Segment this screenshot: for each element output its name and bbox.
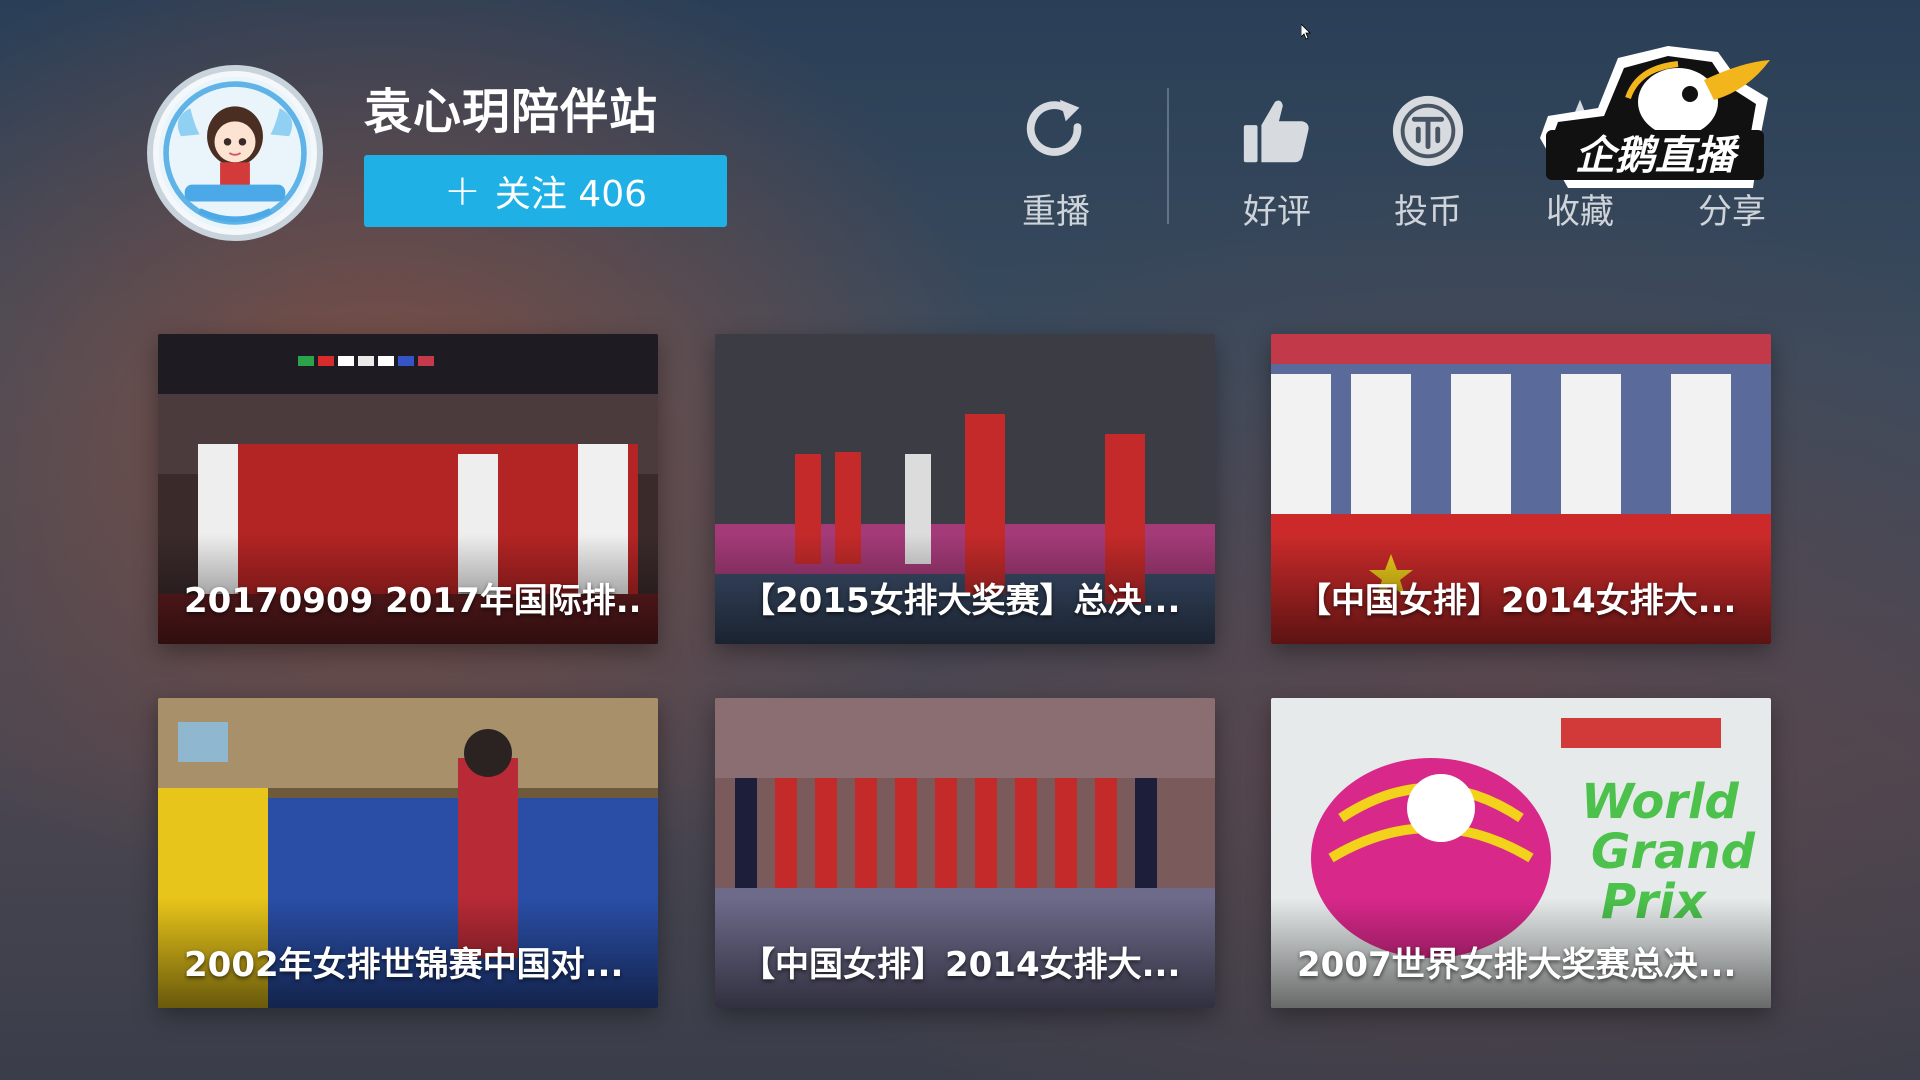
video-title: 2007世界女排大奖赛总决... — [1297, 945, 1737, 985]
video-card[interactable]: 【2015女排大奖赛】总决... — [715, 334, 1215, 644]
svg-text:Grand: Grand — [1591, 824, 1756, 880]
logo-text: 企鹅直播 — [1575, 133, 1740, 179]
replay-icon — [1026, 99, 1082, 156]
action-divider — [1167, 88, 1169, 224]
svg-text:World: World — [1581, 774, 1739, 830]
video-title: 【2015女排大奖赛】总决... — [741, 581, 1181, 621]
video-title: 20170909 2017年国际排... — [184, 581, 638, 621]
video-card[interactable]: 【中国女排】2014女排大... — [1271, 334, 1771, 644]
replay-button[interactable]: 重播 — [996, 90, 1116, 233]
like-button[interactable]: 好评 — [1217, 90, 1337, 233]
video-title: 【中国女排】2014女排大... — [741, 945, 1181, 985]
thumbs-up-icon — [1243, 100, 1309, 163]
video-card[interactable]: 20170909 2017年国际排... — [158, 334, 658, 644]
like-label: 好评 — [1243, 192, 1311, 232]
video-card[interactable]: 【中国女排】2014女排大... — [715, 698, 1215, 1008]
coin-icon — [1392, 95, 1464, 167]
video-card[interactable]: 2002年女排世锦赛中国对... — [158, 698, 658, 1008]
video-card[interactable]: World Grand Prix 2007世界女排大奖赛总决... — [1271, 698, 1771, 1008]
coin-label: 投币 — [1394, 192, 1462, 232]
penguin-live-logo: 企鹅直播 — [1528, 38, 1783, 193]
replay-label: 重播 — [1022, 192, 1090, 232]
mouse-cursor-icon — [1301, 24, 1311, 40]
video-title: 【中国女排】2014女排大... — [1297, 581, 1737, 621]
coin-button[interactable]: 投币 — [1368, 90, 1488, 233]
video-title: 2002年女排世锦赛中国对... — [184, 945, 624, 985]
